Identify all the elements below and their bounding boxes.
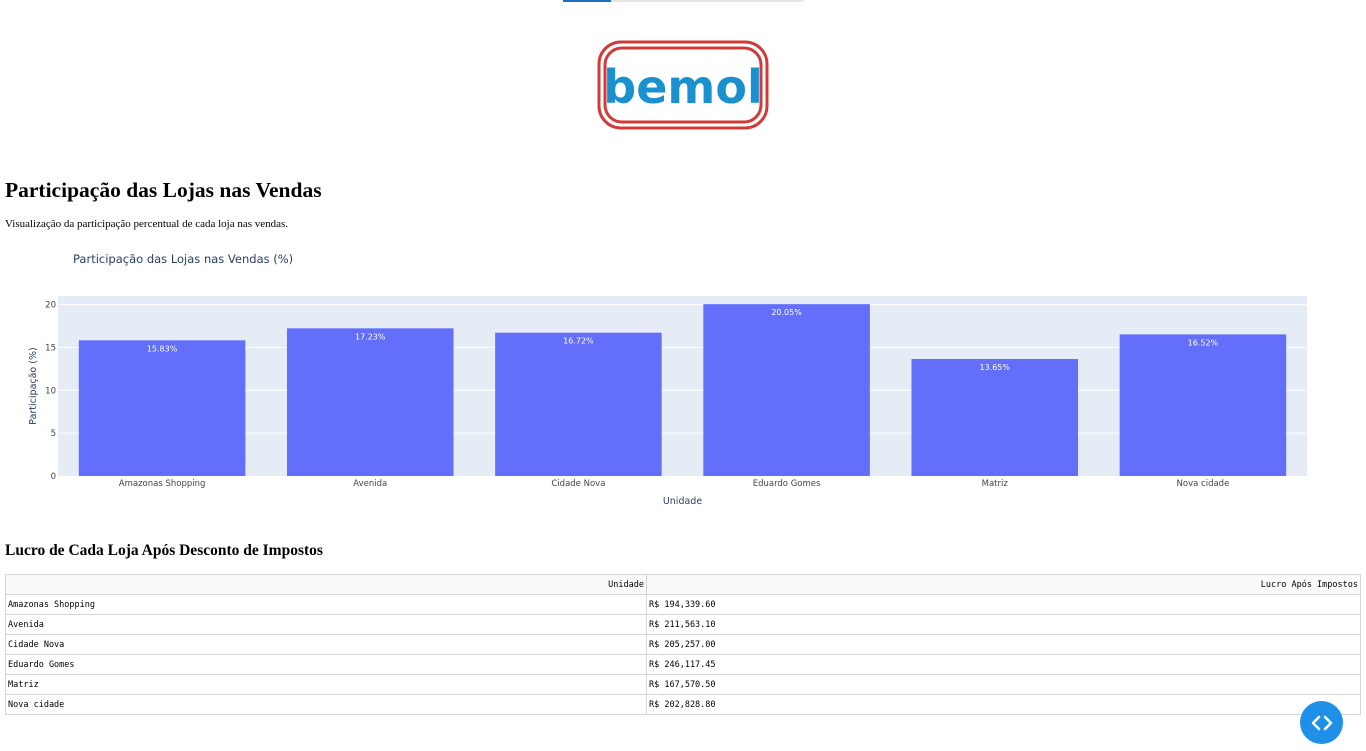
table-header-row: Unidade Lucro Após Impostos bbox=[5, 574, 1361, 595]
table-row: Amazonas Shopping R$ 194,339.60 bbox=[5, 594, 1361, 615]
chart-title: Participação das Lojas nas Vendas (%) bbox=[73, 252, 293, 266]
cell-lucro: R$ 246,117.45 bbox=[646, 654, 1361, 675]
y-axis-label: Participação (%) bbox=[28, 347, 39, 424]
logo-wordmark: bemol bbox=[603, 60, 762, 114]
tab-bar[interactable] bbox=[563, 0, 804, 2]
cell-unidade: Matriz bbox=[5, 674, 647, 695]
x-tick-label: Nova cidade bbox=[1177, 479, 1230, 489]
cell-unidade: Nova cidade bbox=[5, 694, 647, 715]
y-tick-label: 15 bbox=[45, 343, 56, 353]
x-axis-label: Unidade bbox=[663, 496, 702, 507]
cell-unidade: Eduardo Gomes bbox=[5, 654, 647, 675]
bar bbox=[78, 340, 246, 476]
y-tick-label: 10 bbox=[45, 386, 56, 396]
cell-unidade: Avenida bbox=[5, 614, 647, 635]
x-tick-label: Matriz bbox=[982, 479, 1009, 489]
y-tick-label: 5 bbox=[51, 429, 56, 439]
table-row: Cidade Nova R$ 205,257.00 bbox=[5, 634, 1361, 655]
table-row: Matriz R$ 167,570.50 bbox=[5, 674, 1361, 695]
bar bbox=[703, 304, 870, 476]
page-description: Visualização da participação percentual … bbox=[5, 218, 289, 230]
cell-lucro: R$ 211,563.10 bbox=[646, 614, 1361, 635]
sales-share-bar-chart: 0 5 10 15 20 15.83% Amazonas Shopping 17.23% Ave… bbox=[28, 252, 1307, 507]
cell-lucro: R$ 167,570.50 bbox=[646, 674, 1361, 695]
y-tick-label: 0 bbox=[51, 472, 56, 482]
cell-unidade: Cidade Nova bbox=[5, 634, 647, 655]
x-tick-label: Eduardo Gomes bbox=[753, 479, 821, 489]
bar bbox=[286, 328, 454, 476]
column-header-unidade[interactable]: Unidade bbox=[5, 574, 647, 595]
bar-value-label: 16.52% bbox=[1188, 338, 1219, 347]
active-tab-indicator bbox=[563, 0, 611, 2]
cell-unidade: Amazonas Shopping bbox=[5, 594, 647, 615]
table-row: Eduardo Gomes R$ 246,117.45 bbox=[5, 654, 1361, 675]
code-toggle-button[interactable] bbox=[1300, 701, 1343, 744]
bar-value-label: 13.65% bbox=[979, 363, 1010, 372]
bar bbox=[495, 332, 662, 476]
bemol-logo: bemol bbox=[597, 40, 769, 130]
cell-lucro: R$ 205,257.00 bbox=[646, 634, 1361, 655]
profit-table: Unidade Lucro Após Impostos Amazonas Sho… bbox=[5, 574, 1361, 715]
cell-lucro: R$ 194,339.60 bbox=[646, 594, 1361, 615]
bar-value-label: 20.05% bbox=[771, 308, 802, 317]
x-tick-label: Amazonas Shopping bbox=[119, 479, 206, 489]
y-tick-label: 20 bbox=[45, 301, 56, 311]
profit-table-heading: Lucro de Cada Loja Após Desconto de Impo… bbox=[5, 542, 323, 559]
code-icon bbox=[1311, 715, 1332, 730]
bar-value-label: 16.72% bbox=[563, 337, 594, 346]
cell-lucro: R$ 202,828.80 bbox=[646, 694, 1361, 715]
bar bbox=[1119, 334, 1287, 476]
bar bbox=[911, 359, 1079, 476]
bar-value-label: 15.83% bbox=[147, 344, 178, 353]
bar-value-label: 17.23% bbox=[355, 332, 386, 341]
page-title: Participação das Lojas nas Vendas bbox=[5, 178, 322, 202]
table-row: Nova cidade R$ 202,828.80 bbox=[5, 694, 1361, 715]
x-tick-label: Cidade Nova bbox=[551, 479, 605, 489]
x-tick-label: Avenida bbox=[353, 479, 387, 489]
table-row: Avenida R$ 211,563.10 bbox=[5, 614, 1361, 635]
column-header-lucro[interactable]: Lucro Após Impostos bbox=[646, 574, 1361, 595]
